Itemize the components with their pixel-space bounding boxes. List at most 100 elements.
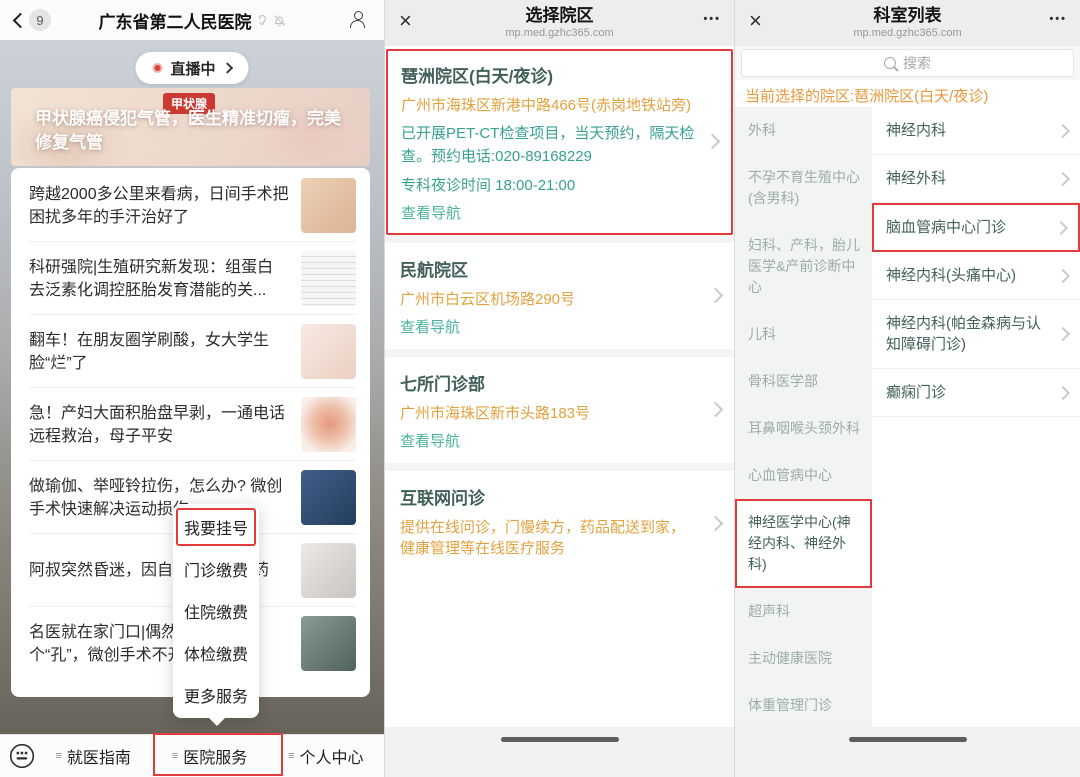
department-label: 神经内科(头痛中心)	[886, 267, 1016, 284]
page-url: mp.med.gzhc365.com	[445, 26, 674, 40]
tab-label: 就医指南	[67, 744, 131, 768]
tab-visit-guide[interactable]: ≡ 就医指南	[35, 744, 151, 768]
sidebar-item-pediatrics[interactable]: 儿科	[735, 311, 872, 358]
campus-night-hours: 专科夜诊时间 18:00-21:00	[401, 174, 697, 195]
department-item-headache-center[interactable]: 神经内科(头痛中心)	[872, 252, 1080, 300]
header-title-group: 选择院区 mp.med.gzhc365.com	[445, 5, 674, 40]
unread-count-badge[interactable]: 9	[29, 9, 51, 31]
campus-select-panel: × 选择院区 mp.med.gzhc365.com ••• 琶洲院区(白天/夜诊…	[384, 0, 734, 777]
view-navigation-link[interactable]: 查看导航	[400, 430, 698, 451]
campus-name: 互联网问诊	[400, 484, 698, 509]
menu-item-label: 门诊缴费	[184, 557, 248, 581]
article-row[interactable]: 翻车！在朋友圈学刷酸，女大学生脸“烂”了	[11, 315, 370, 387]
department-list: 神经内科 神经外科 脑血管病中心门诊 神经内科(头痛中心) 神经内科(帕金森病与…	[872, 107, 1080, 727]
campus-description: 提供在线问诊，门慢续方，药品配送到家，健康管理等在线医疗服务	[400, 517, 698, 559]
tab-hospital-services[interactable]: ≡ 医院服务	[151, 744, 267, 768]
sidebar-item-orthopedics[interactable]: 骨科医学部	[735, 358, 872, 405]
department-item-epilepsy-clinic[interactable]: 癫痫门诊	[872, 369, 1080, 417]
campus-name: 琶洲院区(白天/夜诊)	[401, 62, 697, 87]
search-input[interactable]: 搜索	[741, 49, 1074, 77]
sidebar-item-surgery[interactable]: 外科	[735, 107, 872, 154]
article-thumbnail-surgery	[301, 616, 356, 671]
sidebar-item-proactive-health[interactable]: 主动健康医院	[735, 635, 872, 682]
wechat-account-panel: 9 广东省第二人民医院 直播中 甲状腺 甲状腺癌侵犯气管，医生精准切瘤，完美修复…	[0, 0, 384, 777]
sidebar-item-neuro-center-selected[interactable]: 神经医学中心(神经内科、神经外科)	[735, 499, 872, 588]
live-label: 直播中	[170, 58, 215, 79]
page-title: 科室列表	[795, 5, 1020, 26]
sidebar-item-cardiovascular[interactable]: 心血管病中心	[735, 452, 872, 499]
article-row[interactable]: 跨越2000多公里来看病，日间手术把困扰多年的手汗治好了	[11, 169, 370, 241]
department-label: 神经外科	[886, 170, 946, 187]
department-label: 神经内科(帕金森病与认知障碍门诊)	[886, 315, 1041, 353]
back-icon[interactable]	[13, 13, 29, 29]
featured-article-card[interactable]: 甲状腺 甲状腺癌侵犯气管，医生精准切瘤，完美修复气管	[11, 88, 370, 166]
listen-icon	[256, 14, 269, 27]
tab-label: 个人中心	[300, 744, 364, 768]
live-badge[interactable]: 直播中	[135, 52, 248, 84]
sidebar-item-gynecology[interactable]: 妇科、产科，胎儿医学&产前诊断中心	[735, 222, 872, 311]
divider	[385, 235, 734, 243]
department-label: 脑血管病中心门诊	[886, 219, 1006, 236]
campus-card-pazhou[interactable]: 琶洲院区(白天/夜诊) 广州市海珠区新港中路466号(赤岗地铁站旁) 已开展PE…	[386, 49, 733, 235]
campus-address: 广州市海珠区新港中路466号(赤岗地铁站旁)	[401, 95, 697, 116]
home-indicator[interactable]	[501, 737, 619, 742]
screenshot-canvas: 9 广东省第二人民医院 直播中 甲状腺 甲状腺癌侵犯气管，医生精准切瘤，完美修复…	[0, 0, 1080, 777]
home-indicator[interactable]	[849, 737, 967, 742]
header-title-group: 科室列表 mp.med.gzhc365.com	[795, 5, 1020, 40]
nav-title-group: 广东省第二人民医院	[60, 0, 324, 40]
article-row[interactable]: 科研强院|生殖研究新发现：组蛋白去泛素化调控胚胎发育潜能的关...	[11, 242, 370, 314]
chevron-right-icon	[1056, 171, 1070, 185]
page-title: 选择院区	[445, 5, 674, 26]
submenu-marker-icon: ≡	[172, 750, 178, 762]
sidebar-item-weight-management[interactable]: 体重管理门诊	[735, 682, 872, 727]
department-item-neurology[interactable]: 神经内科	[872, 107, 1080, 155]
tab-personal-center[interactable]: ≡ 个人中心	[268, 744, 384, 768]
chevron-right-icon	[1056, 385, 1070, 399]
article-thumbnail-patient	[301, 543, 356, 598]
sidebar-item-fertility[interactable]: 不孕不育生殖中心(含男科)	[735, 154, 872, 222]
chevron-right-icon	[1056, 327, 1070, 341]
department-item-cerebrovascular-highlighted[interactable]: 脑血管病中心门诊	[872, 203, 1080, 252]
menu-item-label: 体检缴费	[184, 641, 248, 665]
menu-item-more-services[interactable]: 更多服务	[173, 674, 259, 716]
page-url: mp.med.gzhc365.com	[795, 26, 1020, 40]
menu-item-label: 住院缴费	[184, 599, 248, 623]
close-icon[interactable]: ×	[749, 8, 762, 34]
chevron-right-icon	[705, 134, 721, 150]
menu-item-register[interactable]: 我要挂号	[173, 506, 259, 548]
webview-header: × 选择院区 mp.med.gzhc365.com •••	[385, 0, 734, 46]
chevron-right-icon	[1056, 123, 1070, 137]
department-label: 神经内科	[886, 122, 946, 139]
keyboard-icon[interactable]	[9, 743, 35, 769]
chevron-right-icon	[708, 288, 724, 304]
article-thumbnail-facial	[301, 324, 356, 379]
department-item-neurosurgery[interactable]: 神经外科	[872, 155, 1080, 203]
left-nav-bar: 9 广东省第二人民医院	[0, 0, 384, 40]
close-icon[interactable]: ×	[399, 8, 412, 34]
divider	[385, 463, 734, 471]
article-thumbnail-fetus	[301, 397, 356, 452]
more-options-icon[interactable]: •••	[703, 13, 721, 25]
campus-card-internet-clinic[interactable]: 互联网问诊 提供在线问诊，门慢续方，药品配送到家，健康管理等在线医疗服务	[385, 471, 734, 577]
chevron-right-icon	[1054, 220, 1068, 234]
category-sidebar: 外科 不孕不育生殖中心(含男科) 妇科、产科，胎儿医学&产前诊断中心 儿科 骨科…	[735, 107, 872, 727]
menu-item-checkup-pay[interactable]: 体检缴费	[173, 632, 259, 674]
webview-header: × 科室列表 mp.med.gzhc365.com •••	[735, 0, 1080, 46]
article-row[interactable]: 急！产妇大面积胎盘早剥，一通电话远程救治，母子平安	[11, 388, 370, 460]
profile-icon[interactable]	[349, 11, 367, 29]
menu-item-inpatient-pay[interactable]: 住院缴费	[173, 590, 259, 632]
sidebar-item-ultrasound[interactable]: 超声科	[735, 588, 872, 635]
view-navigation-link[interactable]: 查看导航	[401, 202, 697, 223]
department-item-parkinson-clinic[interactable]: 神经内科(帕金森病与认知障碍门诊)	[872, 300, 1080, 369]
campus-card-minhang[interactable]: 民航院区 广州市白云区机场路290号 查看导航	[385, 243, 734, 349]
department-label: 癫痫门诊	[886, 384, 946, 401]
menu-item-outpatient-pay[interactable]: 门诊缴费	[173, 548, 259, 590]
article-title: 翻车！在朋友圈学刷酸，女大学生脸“烂”了	[29, 329, 289, 375]
popup-arrow	[209, 718, 225, 726]
featured-caption: 甲状腺癌侵犯气管，医生精准切瘤，完美修复气管	[35, 107, 348, 155]
view-navigation-link[interactable]: 查看导航	[400, 316, 698, 337]
menu-item-label: 更多服务	[184, 683, 248, 707]
campus-card-qisuo[interactable]: 七所门诊部 广州市海珠区新市头路183号 查看导航	[385, 357, 734, 463]
more-options-icon[interactable]: •••	[1049, 13, 1067, 25]
sidebar-item-ent[interactable]: 耳鼻咽喉头颈外科	[735, 405, 872, 452]
